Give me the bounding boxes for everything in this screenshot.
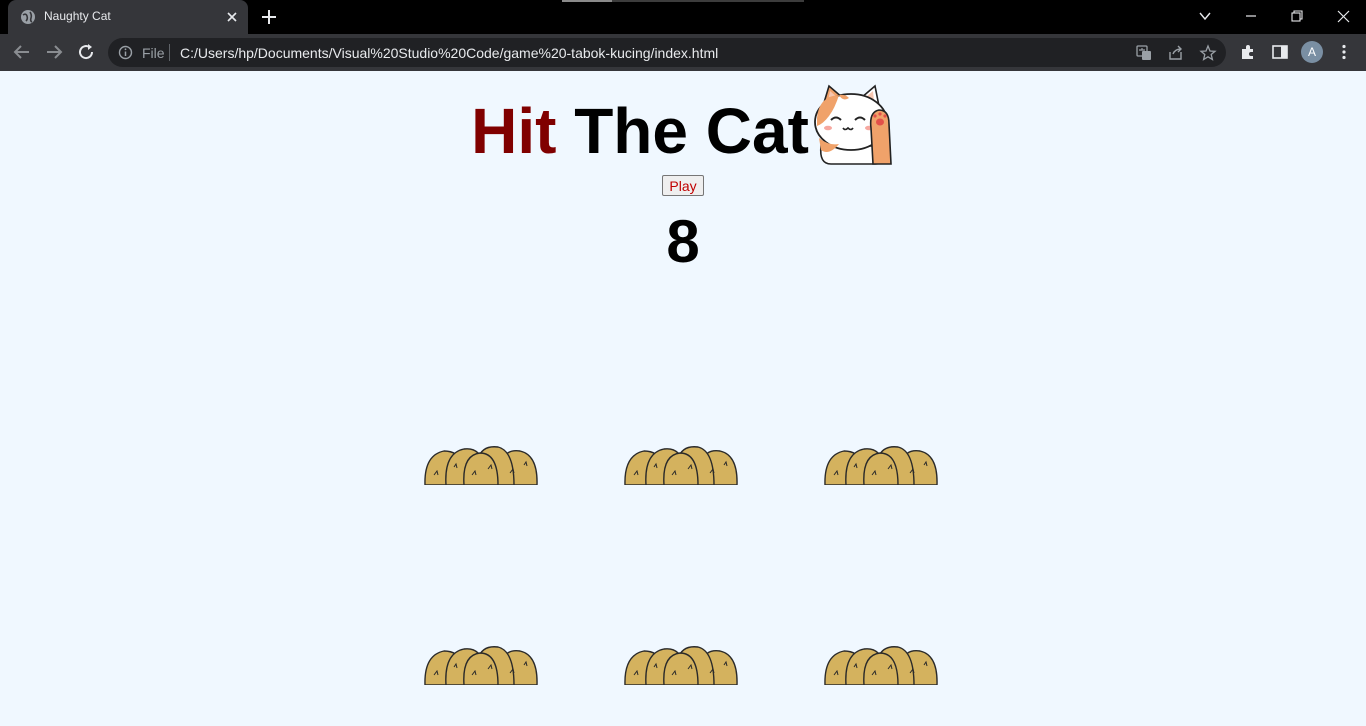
tab-search-button[interactable] [1182, 0, 1228, 32]
window-close-button[interactable] [1320, 0, 1366, 32]
side-panel-icon [1272, 45, 1288, 59]
grass-mound [424, 646, 538, 685]
translate-icon[interactable] [1135, 44, 1153, 62]
tab-title: Naughty Cat [44, 9, 111, 23]
close-icon[interactable] [224, 9, 240, 25]
game-title: Hit The Cat [0, 84, 1366, 167]
address-divider [169, 44, 170, 61]
grass-mound [624, 646, 738, 685]
minimize-button[interactable] [1228, 0, 1274, 32]
globe-icon [21, 10, 35, 24]
forward-arrow-icon [47, 45, 63, 59]
menu-button[interactable] [1332, 40, 1356, 64]
side-panel-button[interactable] [1268, 40, 1292, 64]
hole-6[interactable] [824, 645, 938, 685]
hole-2[interactable] [624, 445, 738, 485]
hole-1[interactable] [424, 445, 538, 485]
plus-icon[interactable] [260, 8, 278, 26]
puzzle-icon [1242, 45, 1253, 59]
back-arrow-icon [13, 45, 29, 59]
url-text[interactable]: C:/Users/hp/Documents/Visual%20Studio%20… [180, 45, 718, 61]
browser-tab-active[interactable]: Naughty Cat [8, 0, 248, 34]
hole-5[interactable] [624, 645, 738, 685]
more-vert-icon [1342, 44, 1346, 60]
star-icon[interactable] [1199, 44, 1217, 62]
share-icon[interactable] [1167, 44, 1185, 62]
grass-mound [424, 446, 538, 485]
restore-icon [1291, 10, 1303, 22]
browser-toolbar: File C:/Users/hp/Documents/Visual%20Stud… [0, 34, 1366, 71]
extensions-button[interactable] [1236, 40, 1260, 64]
info-icon[interactable] [118, 45, 133, 60]
page-content: Hit The Cat Play 8 [0, 71, 1366, 726]
score-display: 8 [666, 208, 700, 275]
address-bar[interactable]: File C:/Users/hp/Documents/Visual%20Stud… [108, 38, 1226, 67]
restore-button[interactable] [1274, 0, 1320, 32]
forward-button[interactable] [42, 40, 66, 64]
grass-mound [824, 646, 938, 685]
hole-4[interactable] [424, 645, 538, 685]
chevron-down-icon [1199, 12, 1211, 21]
waving-cat-logo [813, 84, 892, 165]
grass-mound [624, 446, 738, 485]
reload-icon [79, 44, 94, 60]
tab-search-indicator-active [562, 0, 612, 2]
scheme-label: File [142, 45, 165, 61]
window-close-icon [1337, 10, 1349, 22]
hole-3[interactable] [824, 445, 938, 485]
title-rest-text: The Cat [556, 95, 809, 167]
back-button[interactable] [10, 40, 34, 64]
minimize-icon [1246, 15, 1256, 17]
browser-tabstrip: Naughty Cat [0, 0, 1366, 34]
grass-mound [824, 446, 938, 485]
reload-button[interactable] [74, 40, 98, 64]
profile-avatar[interactable]: A [1301, 41, 1323, 63]
play-button[interactable]: Play [662, 175, 704, 196]
title-accent-word: Hit [471, 95, 557, 167]
